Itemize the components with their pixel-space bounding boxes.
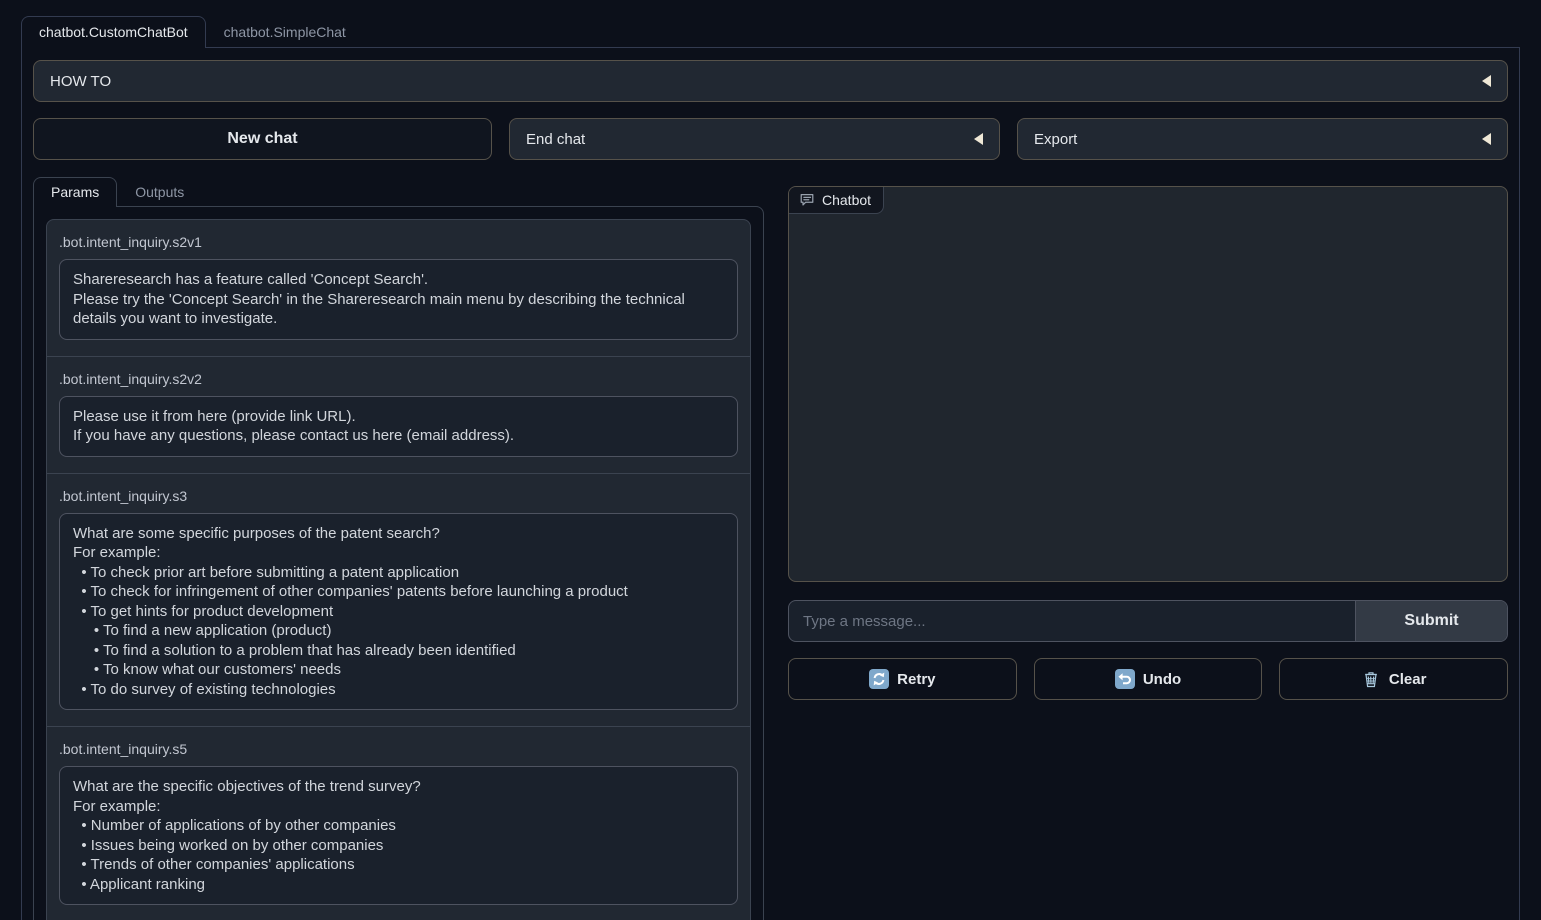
param-textarea-s5[interactable]: What are the specific objectives of the …: [59, 766, 738, 905]
chat-bubble-icon: [799, 192, 815, 208]
param-textarea-s3[interactable]: What are some specific purposes of the p…: [59, 513, 738, 711]
textarea-line: • To find a new application (product): [73, 621, 724, 641]
undo-label: Undo: [1143, 671, 1181, 688]
tab-chatbot-simplechat[interactable]: chatbot.SimpleChat: [206, 16, 364, 47]
submit-button[interactable]: Submit: [1355, 601, 1507, 641]
actions-row: New chat End chat Export: [33, 118, 1508, 160]
textarea-line: Please use it from here (provide link UR…: [73, 407, 724, 427]
clear-label: Clear: [1389, 671, 1427, 688]
retry-label: Retry: [897, 671, 935, 688]
param-group-s5: .bot.intent_inquiry.s5 What are the spec…: [47, 727, 750, 920]
textarea-line: • Applicant ranking: [73, 875, 724, 895]
textarea-line: • Issues being worked on by other compan…: [73, 836, 724, 856]
export-accordion[interactable]: Export: [1017, 118, 1508, 160]
howto-accordion[interactable]: HOW TO: [33, 60, 1508, 102]
main-tab-nav: chatbot.CustomChatBot chatbot.SimpleChat: [21, 16, 1520, 48]
param-label: .bot.intent_inquiry.s2v1: [59, 232, 738, 259]
chevron-left-icon: [1482, 133, 1491, 145]
textarea-line: If you have any questions, please contac…: [73, 426, 724, 446]
howto-label: HOW TO: [50, 73, 111, 90]
chatbot-label-text: Chatbot: [822, 192, 871, 208]
textarea-line: • Number of applications of by other com…: [73, 816, 724, 836]
new-chat-button[interactable]: New chat: [33, 118, 492, 160]
params-tab-content: .bot.intent_inquiry.s2v1 Shareresearch h…: [33, 206, 764, 920]
params-form: .bot.intent_inquiry.s2v1 Shareresearch h…: [46, 219, 751, 920]
chatbot-panel-label: Chatbot: [789, 187, 884, 214]
retry-icon: [869, 669, 889, 689]
export-label: Export: [1034, 131, 1077, 148]
retry-button[interactable]: Retry: [788, 658, 1017, 700]
content-columns: Params Outputs .bot.intent_inquiry.s2v1 …: [33, 177, 1508, 920]
textarea-line: For example:: [73, 543, 724, 563]
params-tab-nav: Params Outputs: [33, 177, 764, 206]
main-tab-content: HOW TO New chat End chat Export Params O…: [21, 48, 1520, 920]
textarea-line: • To find a solution to a problem that h…: [73, 641, 724, 661]
params-column: Params Outputs .bot.intent_inquiry.s2v1 …: [33, 177, 764, 920]
param-label: .bot.intent_inquiry.s3: [59, 486, 738, 513]
textarea-line: • To check for infringement of other com…: [73, 582, 724, 602]
tab-chatbot-customchatbot[interactable]: chatbot.CustomChatBot: [21, 16, 206, 48]
textarea-line: • To get hints for product development: [73, 602, 724, 622]
textarea-line: What are some specific purposes of the p…: [73, 524, 724, 544]
chat-column: Chatbot Submit: [788, 177, 1508, 700]
textarea-line: For example:: [73, 797, 724, 817]
clear-button[interactable]: Clear: [1279, 658, 1508, 700]
undo-button[interactable]: Undo: [1034, 658, 1263, 700]
tab-outputs[interactable]: Outputs: [117, 177, 202, 206]
tab-params[interactable]: Params: [33, 177, 117, 207]
app-root: chatbot.CustomChatBot chatbot.SimpleChat…: [0, 0, 1541, 920]
param-label: .bot.intent_inquiry.s5: [59, 739, 738, 766]
param-textarea-s2v1[interactable]: Shareresearch has a feature called 'Conc…: [59, 259, 738, 340]
textarea-line: • To know what our customers' needs: [73, 660, 724, 680]
param-group-s3: .bot.intent_inquiry.s3 What are some spe…: [47, 474, 750, 728]
chat-actions-row: Retry Undo: [788, 658, 1508, 700]
message-input[interactable]: [789, 601, 1355, 641]
param-textarea-s2v2[interactable]: Please use it from here (provide link UR…: [59, 396, 738, 457]
textarea-line: • To do survey of existing technologies: [73, 680, 724, 700]
param-label: .bot.intent_inquiry.s2v2: [59, 369, 738, 396]
clear-icon: [1361, 669, 1381, 689]
chevron-left-icon: [974, 133, 983, 145]
chevron-left-icon: [1482, 75, 1491, 87]
textarea-line: Please try the 'Concept Search' in the S…: [73, 290, 724, 329]
chatbot-panel[interactable]: Chatbot: [788, 186, 1508, 582]
param-group-s2v1: .bot.intent_inquiry.s2v1 Shareresearch h…: [47, 220, 750, 357]
undo-icon: [1115, 669, 1135, 689]
param-group-s2v2: .bot.intent_inquiry.s2v2 Please use it f…: [47, 357, 750, 474]
textarea-line: • Trends of other companies' application…: [73, 855, 724, 875]
textarea-line: • To check prior art before submitting a…: [73, 563, 724, 583]
textarea-line: Shareresearch has a feature called 'Conc…: [73, 270, 724, 290]
message-input-row: Submit: [788, 600, 1508, 642]
textarea-line: What are the specific objectives of the …: [73, 777, 724, 797]
end-chat-accordion[interactable]: End chat: [509, 118, 1000, 160]
end-chat-label: End chat: [526, 131, 585, 148]
